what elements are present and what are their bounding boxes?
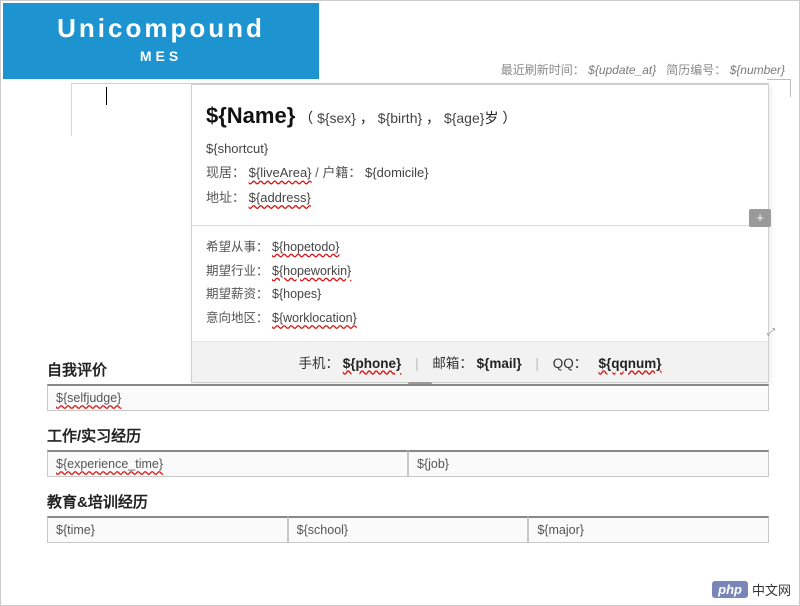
hope-todo-value: ${hopetodo}	[272, 240, 339, 254]
separator	[192, 225, 768, 226]
edu-major-value: ${major}	[537, 523, 584, 537]
watermark-text: 中文网	[752, 580, 791, 599]
experience-row[interactable]: ${experience_time} ${job}	[47, 450, 769, 477]
hopes-list: 希望从事： ${hopetodo} 期望行业： ${hopeworkin} 期望…	[192, 230, 768, 341]
selfjudge-box[interactable]: ${selfjudge}	[47, 384, 769, 411]
page-corner-fold	[767, 79, 791, 97]
hope-salary-value: ${hopes}	[272, 287, 321, 301]
brand-logo: Unicompound MES	[3, 3, 319, 79]
info-main: ${Name} （ ${sex} ， ${birth} ， ${age}岁 ） …	[192, 85, 768, 221]
hope-location-line: 意向地区： ${worklocation}	[206, 307, 754, 331]
hope-location-value: ${worklocation}	[272, 311, 357, 325]
brand-logo-main: Unicompound	[3, 13, 319, 44]
live-label: 现居：	[206, 165, 245, 180]
section-title-selfjudge: 自我评价	[47, 359, 769, 380]
experience-job-value: ${job}	[417, 457, 449, 471]
hope-salary-label: 期望薪资：	[206, 287, 269, 301]
age-suffix: 岁	[484, 110, 498, 126]
comma1: ，	[360, 110, 374, 126]
hope-salary-line: 期望薪资： ${hopes}	[206, 283, 754, 307]
shortcut-value: ${shortcut}	[206, 137, 754, 162]
section-title-education: 教育&培训经历	[47, 491, 769, 512]
domicile-value: ${domicile}	[365, 165, 429, 180]
brand-logo-sub: MES	[3, 48, 319, 64]
info-card[interactable]: ${Name} （ ${sex} ， ${birth} ， ${age}岁 ） …	[191, 84, 769, 383]
site-watermark: php 中文网	[712, 580, 791, 599]
selfjudge-value: ${selfjudge}	[56, 391, 121, 405]
refresh-value: ${update_at}	[588, 63, 656, 77]
edu-school-value: ${school}	[297, 523, 348, 537]
edu-school-cell[interactable]: ${school}	[288, 516, 529, 543]
resume-no-value: ${number}	[730, 63, 785, 77]
edu-major-cell[interactable]: ${major}	[528, 516, 769, 543]
paren-close: ）	[502, 110, 516, 126]
experience-job-cell[interactable]: ${job}	[408, 450, 769, 477]
hope-todo-line: 希望从事： ${hopetodo}	[206, 236, 754, 260]
section-title-experience: 工作/实习经历	[47, 425, 769, 446]
domicile-label: 户籍：	[322, 165, 361, 180]
hope-workin-line: 期望行业： ${hopeworkin}	[206, 260, 754, 284]
sections: 自我评价 ${selfjudge} 工作/实习经历 ${experience_t…	[47, 345, 769, 543]
paren-open: （	[299, 110, 313, 126]
experience-time-cell[interactable]: ${experience_time}	[47, 450, 408, 477]
hope-location-label: 意向地区：	[206, 311, 269, 325]
address-label: 地址：	[206, 190, 245, 205]
comma2: ，	[426, 110, 440, 126]
edu-time-value: ${time}	[56, 523, 95, 537]
address-value: ${address}	[249, 190, 311, 205]
header-meta: 最近刷新时间： ${update_at} 简历编号： ${number}	[501, 61, 785, 78]
name-value: ${Name}	[206, 103, 295, 128]
hope-workin-label: 期望行业：	[206, 264, 269, 278]
resize-handle-icon[interactable]: ⤢	[767, 327, 775, 338]
sex-value: ${sex}	[317, 110, 356, 126]
resume-no-label: 简历编号：	[666, 63, 726, 77]
education-row[interactable]: ${time} ${school} ${major}	[47, 516, 769, 543]
edu-time-cell[interactable]: ${time}	[47, 516, 288, 543]
hope-todo-label: 希望从事：	[206, 240, 269, 254]
live-value: ${liveArea}	[249, 165, 312, 180]
plus-icon: +	[756, 210, 764, 225]
live-line: 现居： ${liveArea} / 户籍： ${domicile}	[206, 161, 754, 186]
name-line: ${Name} （ ${sex} ， ${birth} ， ${age}岁 ）	[206, 95, 754, 137]
page: Unicompound MES 最近刷新时间： ${update_at} 简历编…	[1, 1, 799, 605]
hope-workin-value: ${hopeworkin}	[272, 264, 351, 278]
experience-time-value: ${experience_time}	[56, 457, 163, 471]
php-badge: php	[712, 581, 748, 598]
age-value: ${age}	[444, 110, 485, 126]
birth-value: ${birth}	[378, 110, 422, 126]
address-line: 地址： ${address}	[206, 186, 754, 211]
refresh-label: 最近刷新时间：	[501, 63, 585, 77]
add-row-button[interactable]: +	[749, 209, 771, 227]
